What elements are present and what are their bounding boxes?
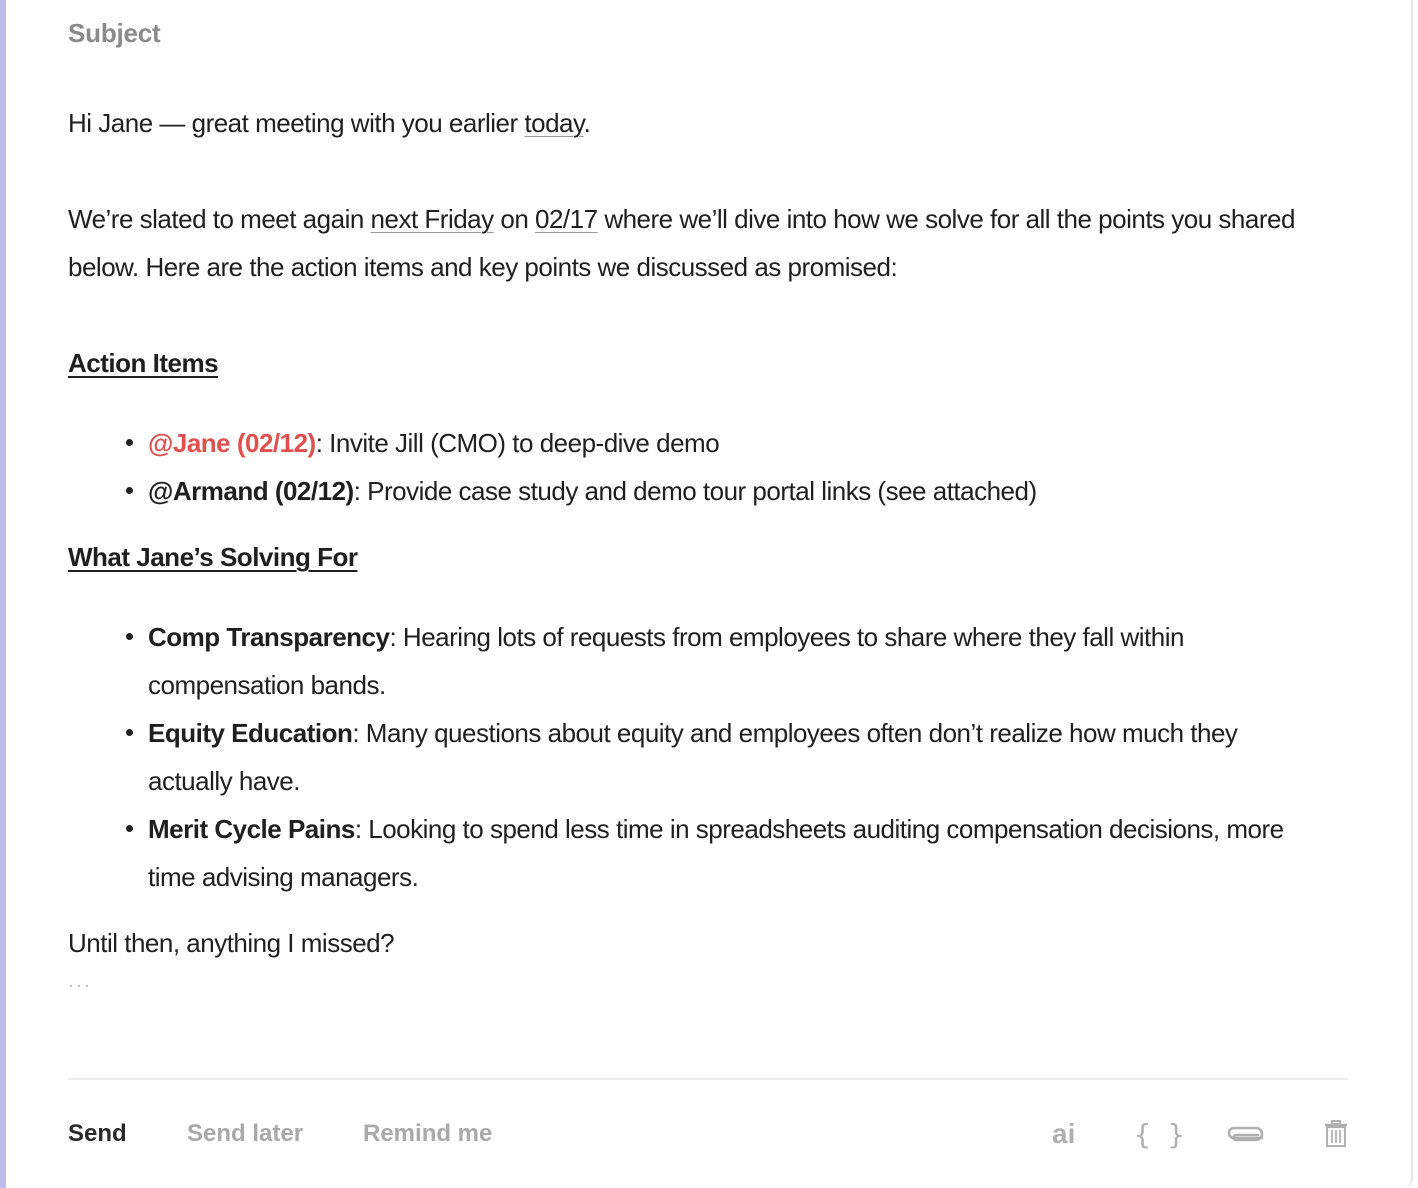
braces-icon[interactable]: { }: [1134, 1114, 1185, 1154]
intro-text-1: We’re slated to meet again: [68, 204, 371, 234]
trash-icon[interactable]: [1324, 1114, 1348, 1154]
item-title: Merit Cycle Pains: [148, 814, 355, 844]
action-items-heading: Action Items: [68, 348, 219, 378]
remind-me-button[interactable]: Remind me: [363, 1120, 492, 1148]
message-body[interactable]: Hi Jane — great meeting with you earlier…: [68, 99, 1328, 995]
subject-field[interactable]: Subject: [68, 18, 161, 49]
compose-toolbar: Send Send later Remind me ai { }: [68, 1112, 1348, 1156]
mention-armand[interactable]: @Armand (02/12): [148, 476, 354, 506]
date-link-0217[interactable]: 02/17: [535, 204, 598, 234]
greeting-line: Hi Jane — great meeting with you earlier…: [68, 99, 1328, 147]
action-items-list: @Jane (02/12): Invite Jill (CMO) to deep…: [68, 419, 1328, 515]
send-later-button[interactable]: Send later: [187, 1120, 303, 1148]
list-item: @Armand (02/12): Provide case study and …: [126, 467, 1328, 515]
intro-paragraph: We’re slated to meet again next Friday o…: [68, 195, 1328, 291]
date-link-today[interactable]: today: [524, 108, 584, 138]
trash-glyph: [1325, 1120, 1347, 1147]
solving-for-list: Comp Transparency: Hearing lots of reque…: [68, 613, 1328, 901]
item-title: Comp Transparency: [148, 622, 390, 652]
send-button[interactable]: Send: [68, 1120, 127, 1148]
ai-icon[interactable]: ai: [1052, 1114, 1075, 1154]
action-item-text: : Invite Jill (CMO) to deep-dive demo: [315, 428, 720, 458]
list-item: Equity Education: Many questions about e…: [126, 709, 1328, 805]
toolbar-divider: [68, 1078, 1348, 1080]
greeting-text: Hi Jane — great meeting with you earlier: [68, 108, 525, 138]
list-item: Merit Cycle Pains: Looking to spend less…: [126, 805, 1328, 901]
action-item-text: : Provide case study and demo tour porta…: [353, 476, 1037, 506]
date-link-next-friday[interactable]: next Friday: [371, 204, 495, 234]
paperclip-glyph: [1227, 1126, 1264, 1142]
list-item: Comp Transparency: Hearing lots of reque…: [126, 613, 1328, 709]
greeting-punct: .: [583, 108, 591, 138]
closing-line: Until then, anything I missed?: [68, 928, 395, 958]
intro-text-2: on: [493, 204, 536, 234]
item-title: Equity Education: [148, 718, 353, 748]
solving-for-heading: What Jane’s Solving For: [68, 542, 358, 572]
list-item: @Jane (02/12): Invite Jill (CMO) to deep…: [126, 419, 1328, 467]
show-trimmed-content[interactable]: ···: [68, 975, 1328, 995]
mention-jane[interactable]: @Jane (02/12): [148, 428, 316, 458]
paperclip-icon[interactable]: [1226, 1114, 1266, 1154]
